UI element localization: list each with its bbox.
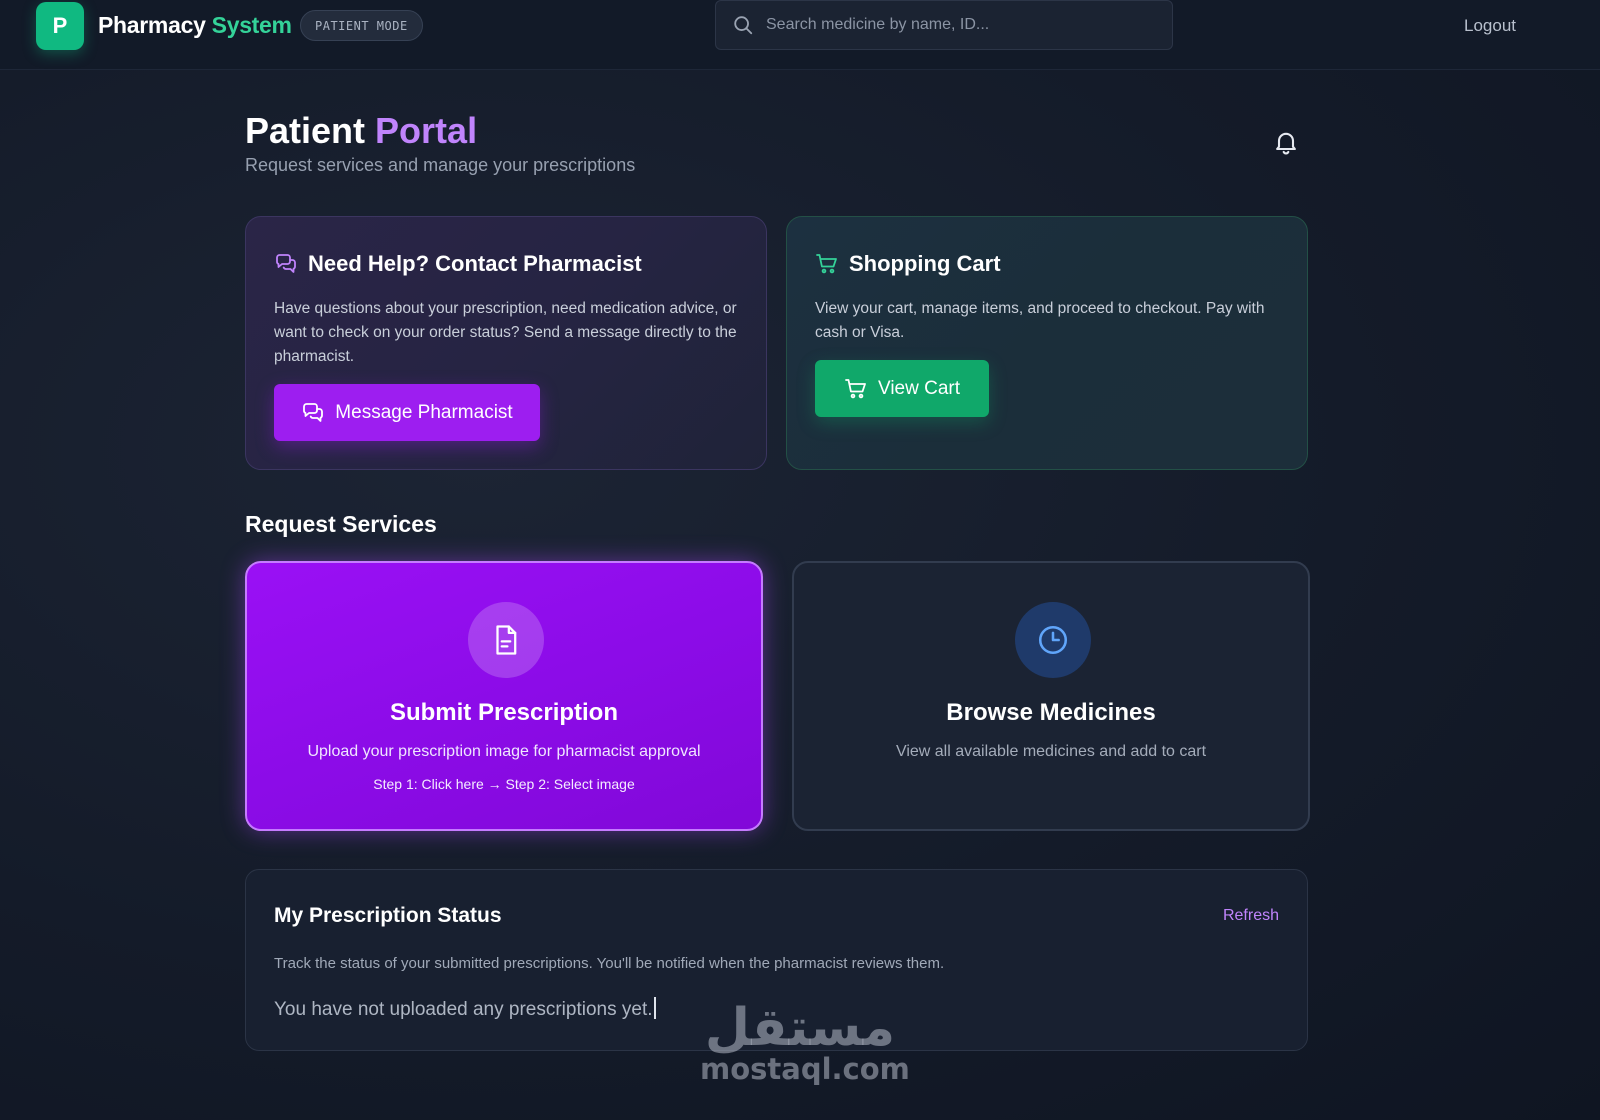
top-bar: P Pharmacy System PATIENT MODE Logout [0, 0, 1600, 70]
page-subtitle: Request services and manage your prescri… [245, 155, 636, 175]
cart-card-title: Shopping Cart [849, 251, 1001, 276]
submit-icon-circle [468, 602, 544, 678]
document-icon [496, 625, 517, 655]
help-card-title: Need Help? Contact Pharmacist [308, 251, 642, 276]
bell-icon[interactable] [1272, 128, 1300, 156]
logout-button[interactable]: Logout [1464, 16, 1516, 36]
search-input[interactable] [766, 16, 1146, 34]
brand-main: Pharmacy [98, 12, 206, 38]
page-title-main: Patient [245, 110, 366, 151]
submit-prescription-steps: Step 1: Click here → Step 2: Select imag… [373, 776, 635, 792]
page-title-accent: Portal [375, 110, 478, 151]
app-logo[interactable]: P [36, 2, 84, 50]
submit-prescription-title: Submit Prescription [389, 699, 619, 726]
message-pharmacist-button[interactable]: Message Pharmacist [274, 384, 540, 441]
page-title: Patient Portal [245, 110, 477, 152]
cart-icon [816, 254, 837, 274]
browse-medicines-card[interactable]: Browse Medicines View all available medi… [792, 561, 1310, 831]
status-description: Track the status of your submitted presc… [274, 955, 945, 972]
chat-bubbles-icon [276, 254, 296, 273]
search-icon [734, 16, 753, 35]
status-empty-message: You have not uploaded any prescriptions … [274, 997, 656, 1021]
help-card-header: Need Help? Contact Pharmacist [274, 251, 642, 277]
cart-card: Shopping Cart View your cart, manage ite… [786, 216, 1308, 470]
brand-name[interactable]: Pharmacy System [98, 12, 292, 39]
cart-card-header: Shopping Cart [815, 251, 1001, 277]
logo-letter: P [52, 13, 68, 38]
refresh-button[interactable]: Refresh [1223, 907, 1279, 925]
view-cart-button[interactable]: View Cart [815, 360, 989, 417]
status-empty-text: You have not uploaded any prescriptions … [274, 999, 653, 1020]
watermark-arabic: مستقل [704, 998, 896, 1058]
help-card-text: Have questions about your prescription, … [274, 300, 737, 365]
mode-badge: PATIENT MODE [300, 10, 423, 41]
section-title: Request Services [245, 511, 437, 537]
status-title: My Prescription Status [274, 904, 502, 927]
clock-icon [1038, 625, 1068, 655]
watermark-latin: mostaql.com [700, 1052, 910, 1086]
search-bar[interactable] [715, 0, 1173, 50]
cart-card-text: View your cart, manage items, and procee… [815, 300, 1265, 341]
help-card: Need Help? Contact Pharmacist Have quest… [245, 216, 767, 470]
view-cart-label: View Cart [877, 377, 960, 399]
browse-icon-circle [1015, 602, 1091, 678]
chat-bubbles-icon [303, 402, 324, 422]
cart-icon [845, 378, 866, 398]
brand-accent: System [211, 12, 292, 38]
text-cursor [653, 997, 656, 1019]
browse-medicines-title: Browse Medicines [946, 699, 1156, 726]
message-pharmacist-label: Message Pharmacist [335, 401, 513, 423]
browse-medicines-desc: View all available medicines and add to … [895, 743, 1207, 760]
submit-prescription-card[interactable]: Submit Prescription Upload your prescrip… [245, 561, 763, 831]
watermark: مستقل mostaql.com [700, 998, 910, 1086]
submit-prescription-desc: Upload your prescription image for pharm… [307, 743, 701, 760]
